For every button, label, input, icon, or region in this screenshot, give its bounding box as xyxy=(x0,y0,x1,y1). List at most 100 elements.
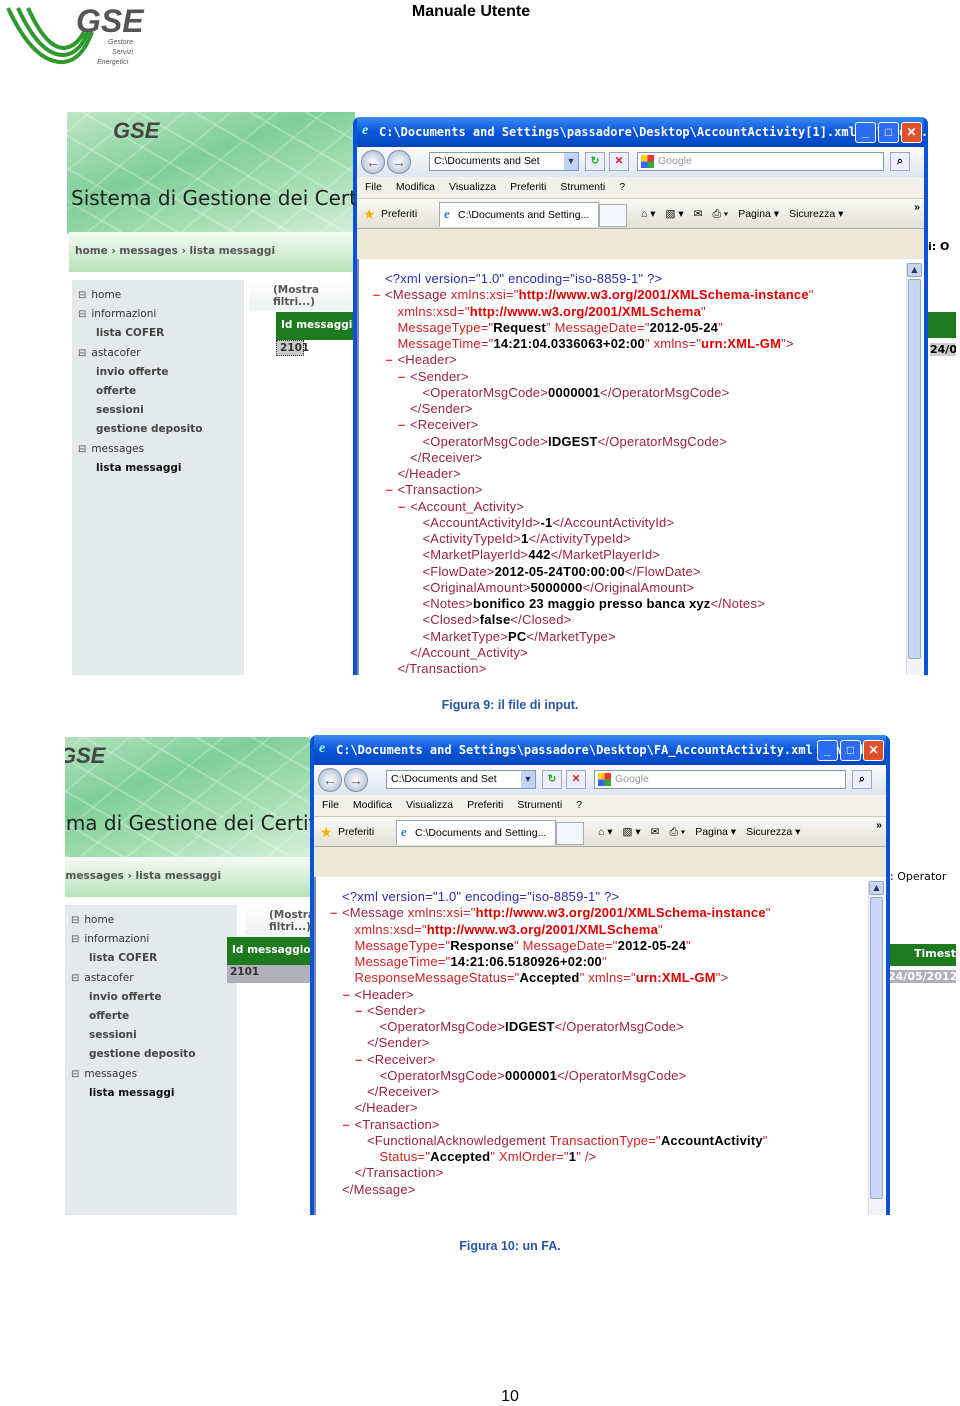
address-dropdown-icon[interactable]: ▼ xyxy=(521,771,535,788)
more-icon[interactable]: » xyxy=(876,819,882,831)
forward-button[interactable]: → xyxy=(387,150,411,174)
breadcrumb[interactable]: home › messages › lista messaggi xyxy=(69,232,355,272)
sidebar-item[interactable]: lista messaggi xyxy=(72,459,244,478)
collapse-toggle[interactable]: – xyxy=(373,287,380,303)
table-cell-id[interactable]: 2101 xyxy=(227,965,310,983)
command-button[interactable]: ▧ ▾ xyxy=(623,826,641,839)
sidebar-item[interactable]: messages xyxy=(72,440,244,459)
address-bar[interactable]: C:\Documents and Set ▼ xyxy=(386,770,536,789)
collapse-toggle[interactable]: – xyxy=(343,987,350,1003)
back-button[interactable]: ← xyxy=(361,150,385,174)
column-header-id-messaggio[interactable]: Id messaggio xyxy=(227,937,310,965)
sidebar-item[interactable]: offerte xyxy=(72,382,244,401)
menu-item[interactable]: File xyxy=(365,181,382,194)
close-button[interactable]: ✕ xyxy=(901,122,922,143)
xml-token: http://www.w3.org/2001/XMLSchema-instanc… xyxy=(518,287,809,303)
new-tab-button[interactable] xyxy=(556,822,584,845)
menu-item[interactable]: Strumenti xyxy=(560,181,605,194)
new-tab-button[interactable] xyxy=(599,204,627,227)
collapse-toggle[interactable]: – xyxy=(386,482,393,498)
search-input[interactable]: Google xyxy=(637,152,884,171)
maximize-button[interactable]: □ xyxy=(878,122,899,143)
browser-tab[interactable]: C:\Documents and Setting... xyxy=(396,820,556,845)
sidebar-item[interactable]: lista COFER xyxy=(72,324,244,343)
sidebar-item[interactable]: sessioni xyxy=(72,401,244,420)
menu-item[interactable]: Preferiti xyxy=(467,799,503,812)
scrollbar[interactable]: ▲ xyxy=(868,881,884,1215)
command-button[interactable]: Sicurezza ▾ xyxy=(746,826,800,839)
menu-item[interactable]: Modifica xyxy=(396,181,435,194)
sidebar-item[interactable]: home xyxy=(72,286,244,305)
sidebar-item[interactable]: astacofer xyxy=(72,344,244,363)
search-input[interactable]: Google xyxy=(594,770,846,789)
minimize-button[interactable]: _ xyxy=(817,740,838,761)
address-dropdown-icon[interactable]: ▼ xyxy=(564,153,578,170)
collapse-toggle[interactable]: – xyxy=(398,417,405,433)
menu-item[interactable]: Strumenti xyxy=(517,799,562,812)
sidebar-item[interactable]: lista COFER xyxy=(65,949,237,968)
command-button[interactable]: ▧ ▾ xyxy=(666,208,684,221)
sidebar-item[interactable]: offerte xyxy=(65,1007,237,1026)
collapse-toggle[interactable]: – xyxy=(398,369,405,385)
menu-item[interactable]: ? xyxy=(619,181,625,194)
sidebar-item[interactable]: sessioni xyxy=(65,1026,237,1045)
scroll-up-icon[interactable]: ▲ xyxy=(907,263,922,277)
minimize-button[interactable]: _ xyxy=(855,122,876,143)
command-button[interactable]: Sicurezza ▾ xyxy=(789,208,843,221)
breadcrumb[interactable]: home › messages › lista messaggi xyxy=(65,857,310,897)
sidebar-item[interactable]: astacofer xyxy=(65,969,237,988)
search-icon[interactable]: ⌕ xyxy=(890,152,910,171)
command-button[interactable]: ⎙ ▾ xyxy=(712,208,728,221)
back-button[interactable]: ← xyxy=(318,768,342,792)
command-button[interactable]: ⎙ ▾ xyxy=(669,826,685,839)
command-button[interactable]: ⌂ ▾ xyxy=(598,826,613,839)
collapse-toggle[interactable]: – xyxy=(330,905,337,921)
command-button[interactable]: ✉ xyxy=(651,826,660,839)
menu-item[interactable]: ? xyxy=(576,799,582,812)
sidebar-item[interactable]: invio offerte xyxy=(72,363,244,382)
favorites-button[interactable]: Preferiti xyxy=(381,208,417,220)
search-icon[interactable]: ⌕ xyxy=(852,770,872,789)
menu-item[interactable]: Visualizza xyxy=(406,799,453,812)
scroll-thumb[interactable] xyxy=(870,897,883,1199)
collapse-toggle[interactable]: – xyxy=(386,352,393,368)
sidebar-item[interactable]: gestione deposito xyxy=(65,1045,237,1064)
sidebar-item[interactable]: messages xyxy=(65,1065,237,1084)
show-filters-link[interactable]: (Mostra filtri...) xyxy=(245,905,310,935)
refresh-button[interactable]: ↻ xyxy=(542,770,562,789)
collapse-toggle[interactable]: – xyxy=(355,1052,362,1068)
command-button[interactable]: ✉ xyxy=(694,208,703,221)
close-button[interactable]: ✕ xyxy=(863,740,884,761)
scroll-thumb[interactable] xyxy=(908,279,921,659)
menu-item[interactable]: Visualizza xyxy=(449,181,496,194)
command-button[interactable]: Pagina ▾ xyxy=(695,826,736,839)
table-cell-id[interactable]: 2101 xyxy=(276,340,309,356)
stop-button[interactable]: ✕ xyxy=(566,770,586,789)
stop-button[interactable]: ✕ xyxy=(609,152,629,171)
column-header-id-messaggio[interactable]: Id messaggio xyxy=(276,312,355,340)
menu-item[interactable]: Modifica xyxy=(353,799,392,812)
scroll-up-icon[interactable]: ▲ xyxy=(869,881,884,895)
sidebar-item[interactable]: informazioni xyxy=(65,930,237,949)
refresh-button[interactable]: ↻ xyxy=(585,152,605,171)
menu-item[interactable]: Preferiti xyxy=(510,181,546,194)
collapse-toggle[interactable]: – xyxy=(398,499,405,515)
show-filters-link[interactable]: (Mostra filtri...) xyxy=(249,280,355,310)
collapse-toggle[interactable]: – xyxy=(355,1003,362,1019)
sidebar-item[interactable]: lista messaggi xyxy=(65,1084,237,1103)
scrollbar[interactable]: ▲ xyxy=(906,263,922,675)
command-button[interactable]: ⌂ ▾ xyxy=(641,208,656,221)
sidebar-item[interactable]: invio offerte xyxy=(65,988,237,1007)
favorites-button[interactable]: Preferiti xyxy=(338,826,374,838)
more-icon[interactable]: » xyxy=(914,201,920,213)
browser-tab[interactable]: C:\Documents and Setting... xyxy=(439,202,599,227)
forward-button[interactable]: → xyxy=(344,768,368,792)
sidebar-item[interactable]: home xyxy=(65,911,237,930)
menu-item[interactable]: File xyxy=(322,799,339,812)
maximize-button[interactable]: □ xyxy=(840,740,861,761)
sidebar-item[interactable]: gestione deposito xyxy=(72,420,244,439)
collapse-toggle[interactable]: – xyxy=(343,1117,350,1133)
address-bar[interactable]: C:\Documents and Set ▼ xyxy=(429,152,579,171)
sidebar-item[interactable]: informazioni xyxy=(72,305,244,324)
command-button[interactable]: Pagina ▾ xyxy=(738,208,779,221)
